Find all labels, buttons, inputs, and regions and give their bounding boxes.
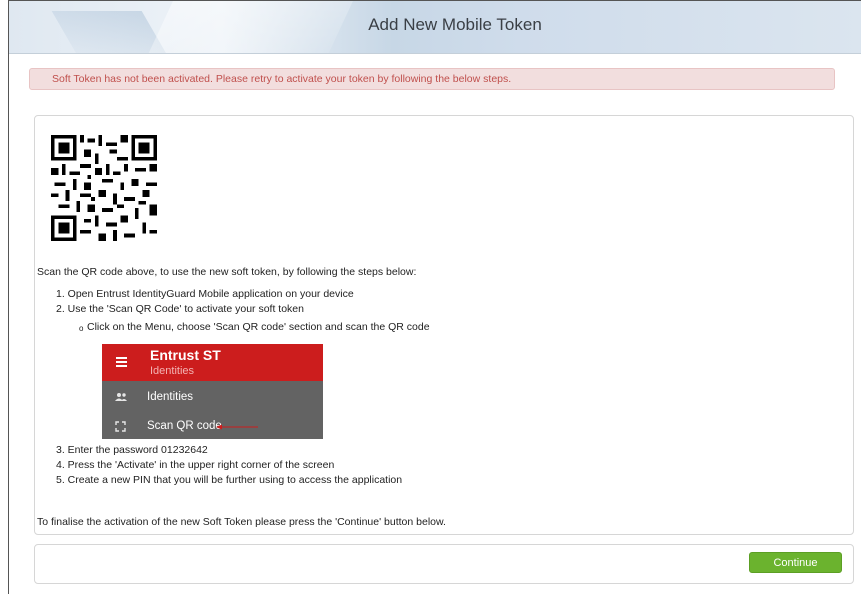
scan-frame-icon — [115, 421, 126, 432]
people-icon — [115, 393, 127, 401]
app-subtitle: Identities — [150, 365, 195, 377]
instructions-card: Scan the QR code above, to use the new s… — [34, 115, 854, 535]
sub-step: Click on the Menu, choose 'Scan QR code'… — [87, 321, 430, 333]
intro-text: Scan the QR code above, to use the new s… — [37, 266, 417, 278]
footer-card: Continue — [34, 544, 854, 584]
app-menu-item-identities: Identities — [102, 384, 323, 412]
finalise-text: To finalise the activation of the new So… — [37, 516, 446, 528]
qr-code — [51, 135, 157, 241]
sub-step-bullet: o — [79, 324, 84, 333]
step-4: 4. Press the 'Activate' in the upper rig… — [56, 459, 335, 471]
app-menu-label: Scan QR code — [147, 420, 222, 432]
arrow-left-icon — [216, 424, 258, 430]
step-3: 3. Enter the password 01232642 — [56, 444, 208, 456]
app-title: Entrust ST — [150, 347, 221, 363]
menu-icon — [116, 357, 127, 367]
step-1: 1. Open Entrust IdentityGuard Mobile app… — [56, 288, 354, 300]
step-2: 2. Use the 'Scan QR Code' to activate yo… — [56, 303, 304, 315]
step-5: 5. Create a new PIN that you will be fur… — [56, 474, 403, 486]
app-menu-item-scan-qr: Scan QR code — [102, 413, 323, 441]
dialog-header: Add New Mobile Token — [9, 1, 861, 54]
app-menu-label: Identities — [147, 391, 194, 403]
app-screenshot: Entrust ST Identities Identities Scan QR… — [102, 344, 323, 439]
error-alert: Soft Token has not been activated. Pleas… — [29, 68, 835, 90]
dialog-frame: Add New Mobile Token Soft Token has not … — [8, 0, 861, 594]
page-title: Add New Mobile Token — [368, 15, 542, 34]
app-toolbar: Entrust ST Identities — [102, 344, 323, 381]
continue-button[interactable]: Continue — [749, 552, 842, 573]
